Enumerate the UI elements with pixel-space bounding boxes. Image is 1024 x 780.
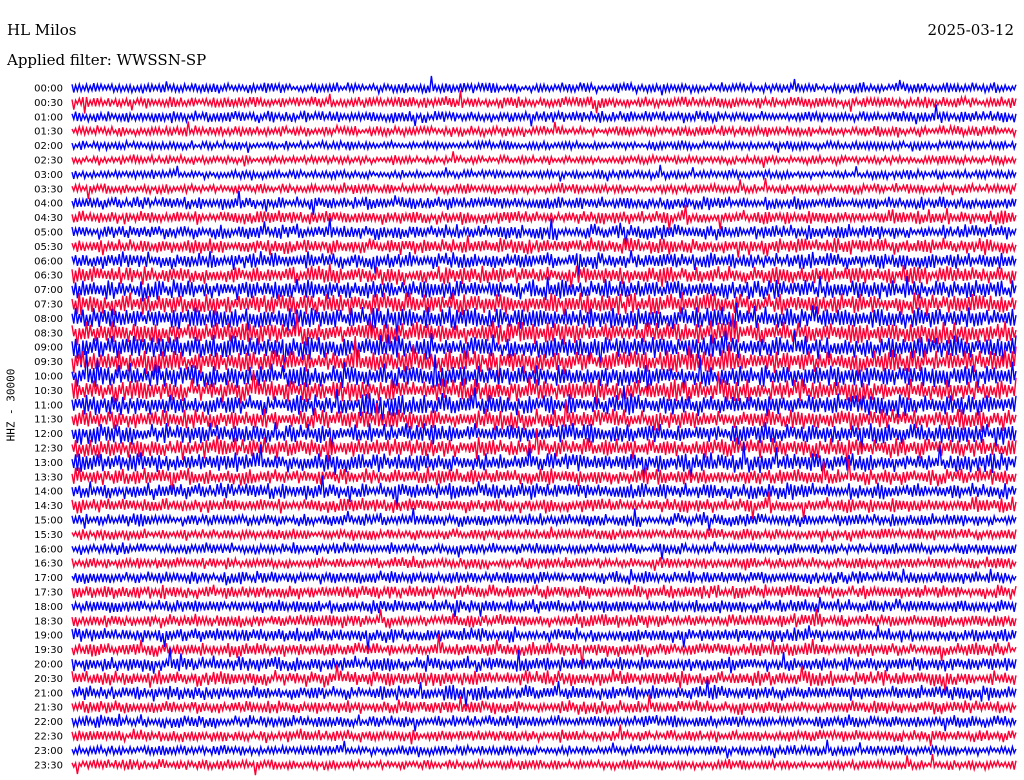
trace-row-0130 bbox=[71, 121, 1017, 139]
row-label-1630: 16:30 bbox=[34, 559, 63, 570]
row-label-1330: 13:30 bbox=[34, 472, 63, 483]
row-label-1100: 11:00 bbox=[34, 400, 63, 411]
row-label-2100: 21:00 bbox=[34, 688, 63, 699]
row-label-0430: 04:30 bbox=[34, 213, 63, 224]
row-label-1800: 18:00 bbox=[34, 602, 63, 613]
row-label-1200: 12:00 bbox=[34, 429, 63, 440]
row-label-1700: 17:00 bbox=[34, 573, 63, 584]
row-label-0600: 06:00 bbox=[34, 256, 63, 267]
row-label-1600: 16:00 bbox=[34, 544, 63, 555]
row-label-0830: 08:30 bbox=[34, 328, 63, 339]
trace-row-2200 bbox=[71, 713, 1017, 732]
row-label-1530: 15:30 bbox=[34, 530, 63, 541]
trace-row-0530 bbox=[71, 235, 1017, 258]
row-label-1830: 18:30 bbox=[34, 616, 63, 627]
row-label-0630: 06:30 bbox=[34, 271, 63, 282]
row-label-2200: 22:00 bbox=[34, 717, 63, 728]
row-label-0200: 02:00 bbox=[34, 141, 63, 152]
trace-row-0330 bbox=[71, 177, 1017, 200]
row-label-0730: 07:30 bbox=[34, 300, 63, 311]
trace-row-1500 bbox=[71, 508, 1017, 531]
row-label-1300: 13:00 bbox=[34, 458, 63, 469]
row-label-0130: 01:30 bbox=[34, 127, 63, 138]
row-label-0900: 09:00 bbox=[34, 343, 63, 354]
row-label-0330: 03:30 bbox=[34, 184, 63, 195]
trace-row-0100 bbox=[71, 104, 1017, 127]
row-label-0300: 03:00 bbox=[34, 170, 63, 181]
row-label-2300: 23:00 bbox=[34, 746, 63, 757]
row-label-2130: 21:30 bbox=[34, 703, 63, 714]
trace-row-1530 bbox=[71, 526, 1017, 543]
row-label-1730: 17:30 bbox=[34, 588, 63, 599]
row-label-0700: 07:00 bbox=[34, 285, 63, 296]
row-label-1500: 15:00 bbox=[34, 516, 63, 527]
row-label-1400: 14:00 bbox=[34, 487, 63, 498]
row-label-2030: 20:30 bbox=[34, 674, 63, 685]
row-label-0100: 01:00 bbox=[34, 112, 63, 123]
trace-row-1200 bbox=[71, 422, 1017, 450]
row-label-1130: 11:30 bbox=[34, 415, 63, 426]
row-label-1900: 19:00 bbox=[34, 631, 63, 642]
row-label-2330: 23:30 bbox=[34, 760, 63, 771]
trace-row-1800 bbox=[71, 596, 1017, 617]
row-label-0530: 05:30 bbox=[34, 242, 63, 253]
trace-row-0430 bbox=[71, 204, 1017, 230]
trace-row-2330 bbox=[71, 753, 1017, 776]
row-label-0000: 00:00 bbox=[34, 84, 63, 95]
trace-row-1830 bbox=[71, 609, 1017, 629]
row-label-2230: 22:30 bbox=[34, 732, 63, 743]
trace-row-2300 bbox=[71, 739, 1017, 759]
trace-row-2000 bbox=[71, 647, 1017, 674]
trace-row-1700 bbox=[71, 568, 1017, 586]
trace-row-2230 bbox=[71, 724, 1017, 747]
trace-row-1730 bbox=[71, 584, 1017, 600]
trace-row-2030 bbox=[71, 664, 1017, 693]
trace-row-1130 bbox=[71, 400, 1017, 432]
row-label-0500: 05:00 bbox=[34, 228, 63, 239]
row-label-0230: 02:30 bbox=[34, 156, 63, 167]
row-label-0400: 04:00 bbox=[34, 199, 63, 210]
trace-row-0230 bbox=[71, 151, 1017, 168]
trace-row-0030 bbox=[71, 90, 1017, 114]
trace-row-1600 bbox=[71, 541, 1017, 560]
trace-row-2130 bbox=[71, 694, 1017, 715]
seismic-traces bbox=[71, 75, 1017, 776]
row-label-1230: 12:30 bbox=[34, 444, 63, 455]
row-label-1430: 14:30 bbox=[34, 501, 63, 512]
row-label-0930: 09:30 bbox=[34, 357, 63, 368]
row-label-0030: 00:30 bbox=[34, 98, 63, 109]
helicorder-plot: 00:00 00:30 01:00 01:30 02:00 02:30 03:00 03:30… bbox=[34, 75, 1017, 776]
row-time-labels: 00:00 00:30 01:00 01:30 02:00 02:30 03:00 03:30… bbox=[34, 84, 63, 772]
row-label-1000: 10:00 bbox=[34, 372, 63, 383]
row-label-1030: 10:30 bbox=[34, 386, 63, 397]
row-label-0800: 08:00 bbox=[34, 314, 63, 325]
trace-row-0200 bbox=[71, 138, 1017, 153]
trace-row-0300 bbox=[71, 164, 1017, 182]
trace-row-0000 bbox=[71, 75, 1017, 97]
row-label-2000: 20:00 bbox=[34, 660, 63, 671]
row-label-1930: 19:30 bbox=[34, 645, 63, 656]
trace-row-1630 bbox=[71, 555, 1017, 571]
